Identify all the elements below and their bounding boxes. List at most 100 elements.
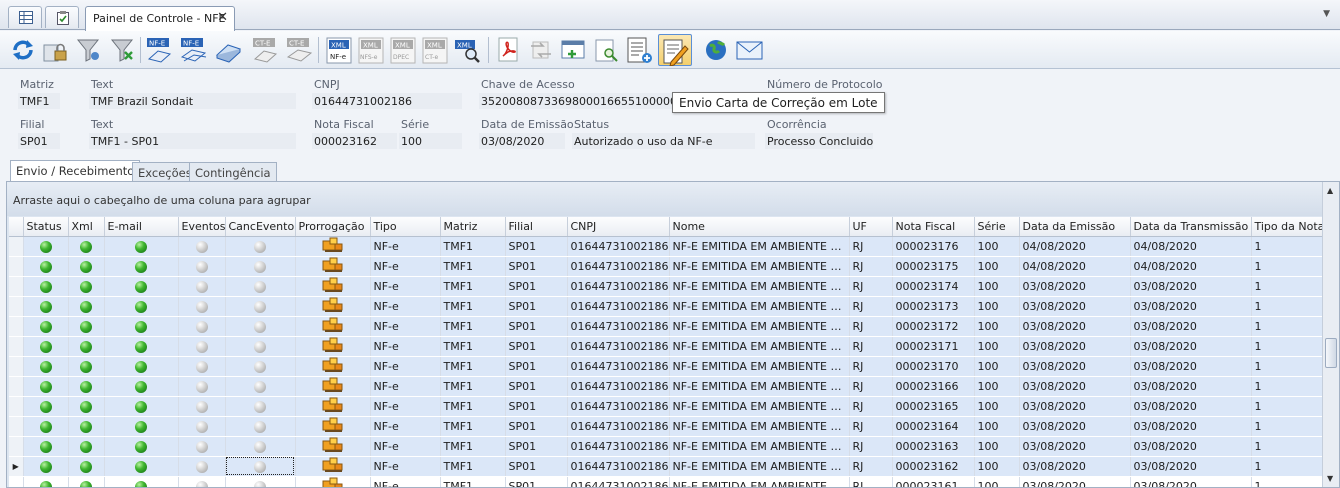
serie-cell[interactable]: 100 [974,416,1020,437]
table-row[interactable]: NF-e TMF1 SP01 01644731002186 NF-E EMITIDA E… [9,436,1323,457]
tipo-nota-cell[interactable]: 1 [1251,256,1323,277]
tab-painel-de-controle[interactable]: Painel de Controle - NFE ✕ [85,6,235,31]
table-row[interactable]: NF-e TMF1 SP01 01644731002186 NF-E EMITIDA E… [9,236,1323,257]
uf-cell[interactable]: RJ [849,336,893,357]
prorrogacao-cell[interactable] [295,416,371,437]
nome-cell[interactable]: NF-E EMITIDA EM AMBIENTE DE ... [669,416,850,437]
filial-cell[interactable]: SP01 [505,396,568,417]
scroll-down-icon[interactable]: ▼ [1327,474,1333,483]
tipo-cell[interactable]: NF-e [370,276,441,297]
data-transmissao-cell[interactable]: 03/08/2020 [1130,416,1252,437]
tipo-nota-cell[interactable]: 1 [1251,456,1323,477]
serie-cell[interactable]: 100 [974,396,1020,417]
serie-cell[interactable]: 100 [974,316,1020,337]
clear-filter-button[interactable] [108,34,138,66]
uf-cell[interactable]: RJ [849,376,893,397]
cancevento-cell[interactable] [225,436,296,457]
grid-view-tab[interactable] [8,6,42,28]
prorrogacao-cell[interactable] [295,436,371,457]
group-by-area[interactable]: Arraste aqui o cabeçalho de uma coluna p… [7,182,1323,216]
tipo-header[interactable]: Tipo [370,217,441,237]
cnpj-cell[interactable]: 01644731002186 [567,396,670,417]
prorrogacao-cell[interactable] [295,296,371,317]
nota-fiscal-cell[interactable]: 000023162 [892,456,975,477]
data-emissao-cell[interactable]: 03/08/2020 [1019,476,1131,487]
uf-cell[interactable]: RJ [849,256,893,277]
email-cell[interactable] [104,456,179,477]
serie-cell[interactable]: 100 [974,456,1020,477]
xml-cell[interactable] [68,396,105,417]
xml-cell[interactable] [68,456,105,477]
matriz-cell[interactable]: TMF1 [440,356,506,377]
table-row[interactable]: NF-e TMF1 SP01 01644731002186 NF-E EMITIDA E… [9,336,1323,357]
row-indicator[interactable] [9,476,24,487]
data-emissao-cell[interactable]: 04/08/2020 [1019,256,1131,277]
tipo-nota-cell[interactable]: 1 [1251,316,1323,337]
add-window-button[interactable] [558,34,588,66]
nota-fiscal-cell[interactable]: 000023161 [892,476,975,487]
cte-send-button[interactable]: CT-E [250,34,280,66]
row-indicator-header[interactable] [9,217,24,237]
table-row[interactable]: NF-e TMF1 SP01 01644731002186 NF-E EMITIDA E… [9,396,1323,417]
data-transmissao-cell[interactable]: 03/08/2020 [1130,436,1252,457]
filial-cell[interactable]: SP01 [505,376,568,397]
prorrogacao-cell[interactable] [295,476,371,487]
cnpj-cell[interactable]: 01644731002186 [567,416,670,437]
serie-cell[interactable]: 100 [974,236,1020,257]
cnpj-cell[interactable]: 01644731002186 [567,476,670,487]
serie-cell[interactable]: 100 [974,256,1020,277]
filial-cell[interactable]: SP01 [505,456,568,477]
email-cell[interactable] [104,316,179,337]
eventos-cell[interactable] [178,336,226,357]
xml-header[interactable]: Xml [68,217,105,237]
matriz-cell[interactable]: TMF1 [440,316,506,337]
tipo-cell[interactable]: NF-e [370,476,441,487]
eventos-cell[interactable] [178,356,226,377]
filial-cell[interactable]: SP01 [505,296,568,317]
uf-cell[interactable]: RJ [849,316,893,337]
ocorrencia-field[interactable]: Processo Concluido [765,133,873,149]
row-indicator[interactable] [9,316,24,337]
status-cell[interactable] [23,416,69,437]
tipo-nota-cell[interactable]: 1 [1251,396,1323,417]
table-row[interactable]: NF-e TMF1 SP01 01644731002186 NF-E EMITIDA E… [9,416,1323,437]
eventos-cell[interactable] [178,256,226,277]
data-emissao-cell[interactable]: 03/08/2020 [1019,276,1131,297]
nome-cell[interactable]: NF-E EMITIDA EM AMBIENTE DE ... [669,316,850,337]
cnpj-cell[interactable]: 01644731002186 [567,316,670,337]
data-emissao-header[interactable]: Data da Emissão [1019,217,1131,237]
cancevento-cell[interactable] [225,416,296,437]
eventos-cell[interactable] [178,376,226,397]
nome-cell[interactable]: NF-E EMITIDA EM AMBIENTE DE ... [669,336,850,357]
prorrogacao-cell[interactable] [295,336,371,357]
uf-cell[interactable]: RJ [849,416,893,437]
tipo-nota-cell[interactable]: 1 [1251,276,1323,297]
email-cell[interactable] [104,436,179,457]
filial-cell[interactable]: SP01 [505,276,568,297]
matriz-cell[interactable]: TMF1 [440,276,506,297]
cnpj-cell[interactable]: 01644731002186 [567,296,670,317]
row-indicator[interactable] [9,256,24,277]
xml-cell[interactable] [68,336,105,357]
serie-cell[interactable]: 100 [974,336,1020,357]
tipo-cell[interactable]: NF-e [370,376,441,397]
cancevento-cell[interactable] [225,236,296,257]
email-button[interactable] [734,34,764,66]
uf-cell[interactable]: RJ [849,276,893,297]
nome-cell[interactable]: NF-E EMITIDA EM AMBIENTE DE ... [669,396,850,417]
cnpj-cell[interactable]: 01644731002186 [567,356,670,377]
email-cell[interactable] [104,296,179,317]
uf-cell[interactable]: RJ [849,236,893,257]
tipo-nota-cell[interactable]: 1 [1251,356,1323,377]
nota-fiscal-cell[interactable]: 000023175 [892,256,975,277]
email-cell[interactable] [104,276,179,297]
serie-cell[interactable]: 100 [974,376,1020,397]
vertical-scrollbar[interactable]: ▲ ▼ [1322,182,1339,487]
tipo-cell[interactable]: NF-e [370,396,441,417]
status-cell[interactable] [23,396,69,417]
data-emissao-cell[interactable]: 03/08/2020 [1019,316,1131,337]
data-transmissao-cell[interactable]: 03/08/2020 [1130,336,1252,357]
filial-cell[interactable]: SP01 [505,476,568,487]
nota-fiscal-cell[interactable]: 000023166 [892,376,975,397]
status-cell[interactable] [23,256,69,277]
